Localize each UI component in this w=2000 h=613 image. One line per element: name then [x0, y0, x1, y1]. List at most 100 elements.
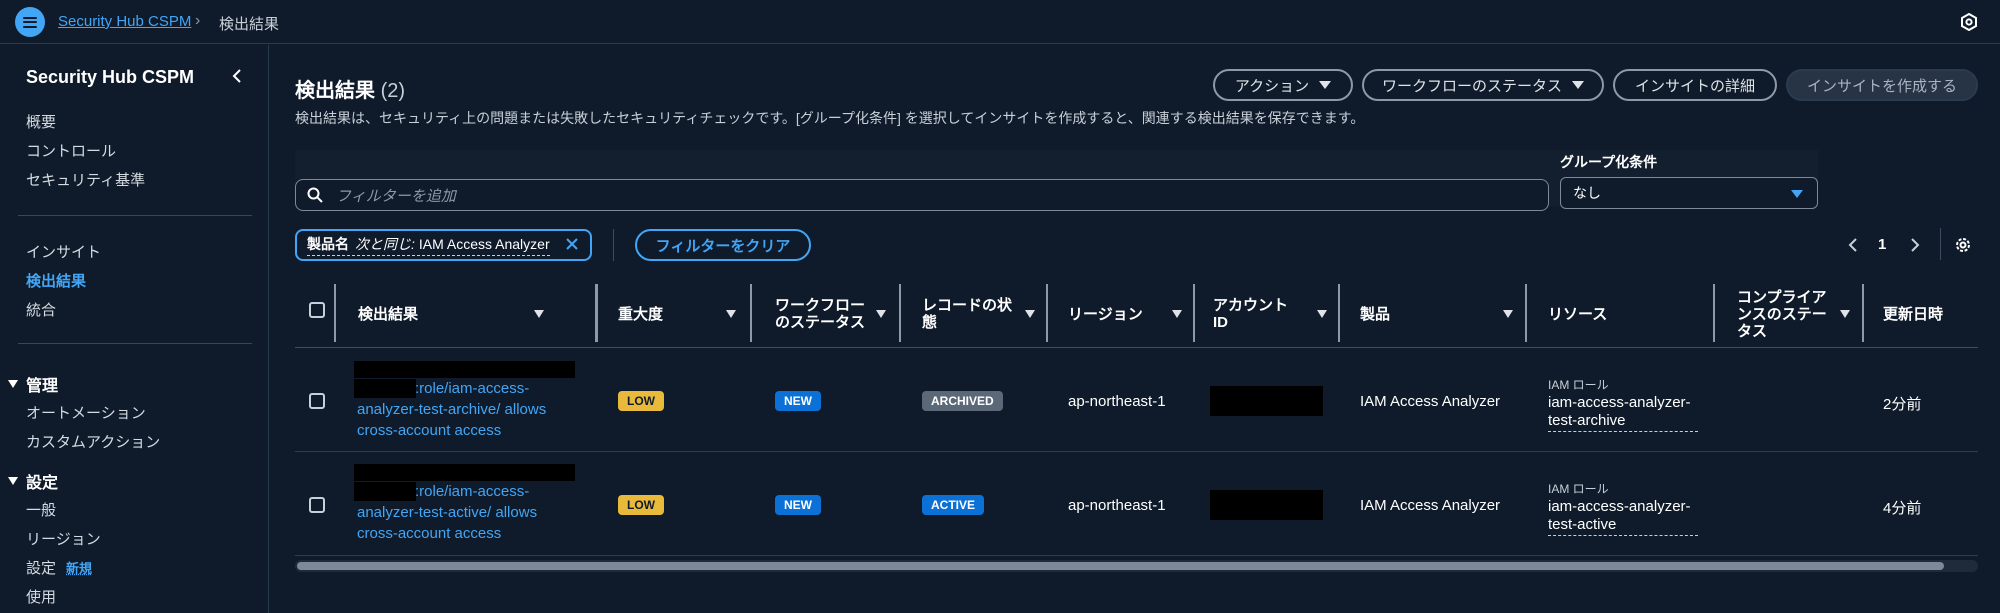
column-divider [899, 284, 901, 342]
horizontal-scrollbar-thumb[interactable] [297, 562, 1944, 570]
sort-icon [726, 310, 736, 318]
clear-filters-button[interactable]: フィルターをクリア [635, 229, 811, 261]
insight-details-button[interactable]: インサイトの詳細 [1613, 69, 1777, 101]
sidebar-item-regions[interactable]: リージョン [26, 528, 101, 549]
column-header-line: のステータス [775, 314, 866, 331]
current-page-number[interactable]: 1 [1878, 236, 1886, 253]
sidebar-item-overview[interactable]: 概要 [26, 111, 56, 132]
workflow-status-dropdown-button[interactable]: ワークフローのステータス [1362, 69, 1604, 101]
page-title: 検出結果 (2) [295, 74, 405, 103]
filter-token-text: 製品名 次と同じ: IAM Access Analyzer [307, 234, 550, 256]
region-cell: ap-northeast-1 [1068, 497, 1166, 514]
sidebar-section-manage[interactable]: 管理 [8, 372, 58, 396]
sidebar-title: Security Hub CSPM [26, 67, 195, 87]
column-divider [1525, 284, 1527, 342]
sidebar-section-label: 管理 [26, 378, 59, 395]
table-row[interactable]: :role/iam-access- analyzer-test-active/ … [295, 453, 1978, 556]
sidebar-item-automations[interactable]: オートメーション [26, 402, 146, 423]
column-header-label: 更新日時 [1883, 305, 1944, 323]
hamburger-icon [23, 16, 37, 28]
previous-page-icon[interactable] [1848, 237, 1858, 253]
sidebar-divider [18, 343, 252, 344]
workflow-status-badge: NEW [775, 391, 821, 411]
column-header-line: タス [1737, 322, 1768, 340]
resource-name-link[interactable]: iam-access-analyzer-test-archive [1548, 394, 1698, 432]
sort-icon [876, 310, 886, 318]
column-header-updated-at[interactable]: 更新日時 [1883, 280, 1978, 348]
column-header-workflow-status[interactable]: ワークフロー のステータス [775, 280, 900, 348]
column-header-compliance-status[interactable]: コンプライア ンスのステー タス [1737, 280, 1864, 348]
sidebar-item-security-standards[interactable]: セキュリティ基準 [26, 169, 145, 190]
filter-search-input[interactable]: フィルターを追加 [295, 179, 1549, 211]
finding-title-line[interactable]: :role/iam-access- [415, 378, 640, 399]
column-header-label: 重大度 [618, 305, 664, 323]
group-by-select[interactable]: なし [1560, 177, 1818, 209]
remove-filter-icon[interactable] [565, 237, 579, 251]
caret-down-icon [1791, 190, 1803, 198]
sidebar-section-settings[interactable]: 設定 [8, 469, 58, 493]
menu-button[interactable] [15, 7, 45, 37]
settings-gear-icon[interactable] [1960, 13, 1978, 31]
column-divider [1862, 284, 1864, 342]
redacted-account-id [1210, 490, 1323, 520]
breadcrumb-current: 検出結果 [219, 16, 280, 33]
finding-title-line[interactable]: analyzer-test-archive/ allows [357, 399, 582, 420]
sidebar-item-configuration[interactable]: 設定 新規 [26, 557, 92, 578]
group-by-value: なし [1573, 185, 1601, 201]
row-checkbox[interactable] [309, 497, 325, 513]
sidebar-item-controls[interactable]: コントロール [26, 140, 116, 161]
workflow-status-badge: NEW [775, 495, 821, 515]
filter-token-operator: 次と同じ: [355, 236, 415, 252]
finding-title-line[interactable]: cross-account access [357, 523, 582, 544]
divider [1940, 228, 1941, 260]
finding-title-line[interactable]: analyzer-test-active/ allows [357, 502, 582, 523]
sidebar-item-findings[interactable]: 検出結果 [26, 270, 86, 291]
column-header-region[interactable]: リージョン [1068, 280, 1196, 348]
create-insight-button[interactable]: インサイトを作成する [1786, 69, 1978, 101]
sidebar-item-general[interactable]: 一般 [26, 499, 56, 520]
severity-badge: LOW [618, 495, 664, 515]
sidebar-item-integrations[interactable]: 統合 [26, 299, 56, 320]
resource-name-link[interactable]: iam-access-analyzer-test-active [1548, 498, 1698, 536]
product-cell: IAM Access Analyzer [1360, 497, 1501, 514]
resource-type: IAM ロール [1548, 482, 1609, 496]
column-divider [1713, 284, 1715, 342]
column-header-account-id[interactable]: アカウント ID [1213, 280, 1341, 348]
sort-icon [1317, 310, 1327, 318]
column-header-severity[interactable]: 重大度 [618, 280, 750, 348]
next-page-icon[interactable] [1910, 237, 1920, 253]
column-header-finding[interactable]: 検出結果 [358, 280, 558, 348]
sidebar-section-label: 設定 [26, 475, 59, 492]
redacted-account-id [1210, 386, 1323, 416]
sidebar-divider [18, 215, 252, 216]
sidebar: Security Hub CSPM 概要 コントロール セキュリティ基準 インサ… [0, 45, 269, 613]
sidebar-item-custom-actions[interactable]: カスタムアクション [26, 431, 160, 452]
sidebar-item-usage[interactable]: 使用 [26, 586, 56, 607]
sidebar-item-insights[interactable]: インサイト [26, 241, 101, 262]
table-preferences-gear-icon[interactable] [1954, 236, 1972, 254]
column-divider [1338, 284, 1340, 342]
breadcrumb-security-hub[interactable]: Security Hub CSPM [58, 13, 191, 30]
findings-count: (2) [380, 80, 406, 102]
sort-icon [1172, 310, 1182, 318]
caret-down-icon [8, 477, 18, 485]
collapse-sidebar-icon[interactable] [230, 67, 244, 85]
select-all-checkbox[interactable] [309, 302, 325, 318]
button-label: アクション [1234, 77, 1310, 95]
updated-at-cell: 2分前 [1883, 396, 1922, 413]
column-divider [334, 284, 336, 342]
table-row[interactable]: :role/iam-access- analyzer-test-archive/… [295, 349, 1978, 452]
updated-at-cell: 4分前 [1883, 500, 1922, 517]
group-by-label: グループ化条件 [1560, 154, 1658, 170]
column-header-product[interactable]: 製品 [1360, 280, 1527, 348]
finding-title-line[interactable]: :role/iam-access- [415, 481, 640, 502]
column-header-record-state[interactable]: レコードの状態 [922, 280, 1049, 348]
finding-title-line[interactable]: cross-account access [357, 420, 582, 441]
column-divider [596, 284, 598, 342]
filter-token[interactable]: 製品名 次と同じ: IAM Access Analyzer [295, 229, 592, 261]
actions-dropdown-button[interactable]: アクション [1213, 69, 1353, 101]
row-checkbox[interactable] [309, 393, 325, 409]
column-header-label: コンプライア ンスのステー タス [1737, 289, 1827, 340]
column-header-resource[interactable]: リソース [1548, 280, 1713, 348]
column-header-label: 製品 [1360, 305, 1391, 323]
